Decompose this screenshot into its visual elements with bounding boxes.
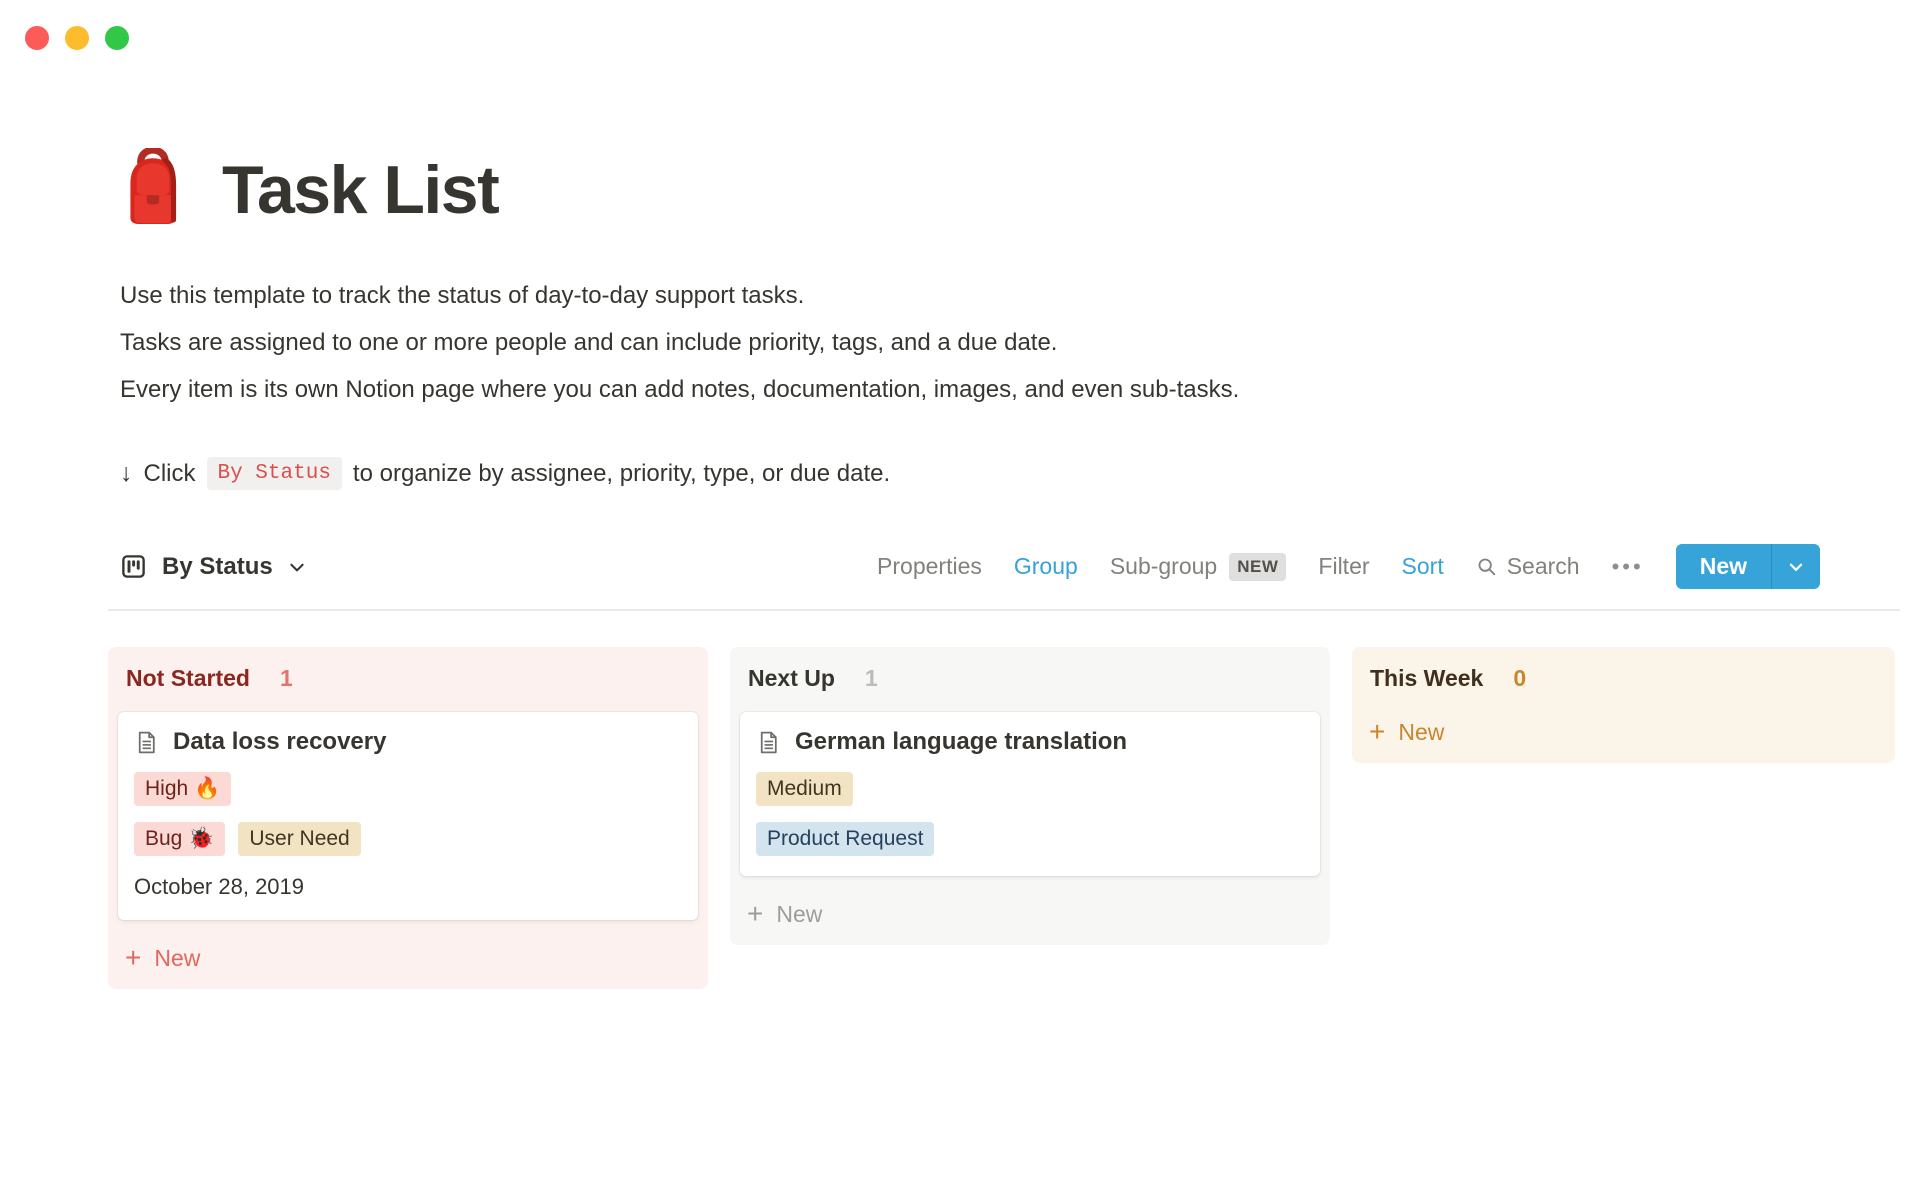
column-count: 0 bbox=[1513, 665, 1526, 692]
more-options-button[interactable]: ••• bbox=[1612, 554, 1644, 580]
board-column-this-week: This Week 0 + New bbox=[1352, 647, 1895, 763]
tag-medium: Medium bbox=[756, 772, 853, 806]
new-feature-badge: NEW bbox=[1229, 553, 1286, 581]
callout-hint: ↓ Click By Status to organize by assigne… bbox=[120, 457, 1900, 490]
tag-bug-: Bug 🐞 bbox=[134, 822, 225, 856]
chevron-down-icon bbox=[288, 558, 306, 576]
card-title: Data loss recovery bbox=[173, 728, 386, 756]
page-document-icon bbox=[756, 730, 781, 755]
column-header: This Week 0 bbox=[1352, 647, 1895, 706]
search-button[interactable]: Search bbox=[1476, 553, 1580, 580]
backpack-emoji-icon bbox=[120, 148, 186, 226]
tag-user-need: User Need bbox=[238, 822, 360, 856]
page-title-row: Task List bbox=[120, 148, 1900, 226]
view-switcher[interactable]: By Status bbox=[120, 553, 306, 581]
plus-icon: + bbox=[1369, 718, 1385, 746]
filter-button[interactable]: Filter bbox=[1318, 553, 1369, 580]
card-tag-row: Product Request bbox=[756, 822, 1304, 856]
board-view-icon bbox=[120, 553, 147, 580]
board-column-not-started: Not Started 1 Data loss recovery High 🔥 Bug … bbox=[108, 647, 708, 989]
toolbar-divider bbox=[108, 609, 1900, 611]
card-tag-row: Medium bbox=[756, 772, 1304, 806]
board: Not Started 1 Data loss recovery High 🔥 Bug … bbox=[108, 647, 1900, 989]
minimize-window-button[interactable] bbox=[65, 26, 89, 50]
notion-page: Task List Use this template to track the… bbox=[108, 0, 1900, 989]
card-title-row: Data loss recovery bbox=[134, 728, 682, 756]
page-description: Use this template to track the status of… bbox=[120, 272, 1900, 413]
new-button-dropdown[interactable] bbox=[1771, 544, 1820, 589]
board-column-next-up: Next Up 1 German language translation Mediu… bbox=[730, 647, 1330, 945]
column-title[interactable]: Next Up bbox=[748, 665, 835, 692]
description-line: Every item is its own Notion page where … bbox=[120, 366, 1900, 413]
page-document-icon bbox=[134, 730, 159, 755]
task-card-german-language-translation[interactable]: German language translation Medium Product… bbox=[740, 712, 1320, 876]
column-new-label: New bbox=[1398, 719, 1444, 746]
down-arrow-icon: ↓ bbox=[120, 459, 133, 488]
column-new-label: New bbox=[154, 945, 200, 972]
card-tag-row: Bug 🐞 User Need bbox=[134, 822, 682, 856]
column-title[interactable]: This Week bbox=[1370, 665, 1483, 692]
toolbar-actions: Properties Group Sub-group NEW Filter So… bbox=[877, 544, 1820, 589]
subgroup-label: Sub-group bbox=[1110, 553, 1217, 580]
column-new-button[interactable]: + New bbox=[730, 888, 1330, 945]
search-label: Search bbox=[1507, 553, 1580, 580]
column-new-label: New bbox=[776, 901, 822, 928]
column-count: 1 bbox=[865, 665, 878, 692]
group-button[interactable]: Group bbox=[1014, 553, 1078, 580]
view-toolbar: By Status Properties Group Sub-group NEW… bbox=[120, 544, 1820, 589]
close-window-button[interactable] bbox=[25, 26, 49, 50]
card-date: October 28, 2019 bbox=[134, 874, 682, 900]
tag-high-: High 🔥 bbox=[134, 772, 231, 806]
plus-icon: + bbox=[125, 944, 141, 972]
card-title-row: German language translation bbox=[756, 728, 1304, 756]
new-split-button: New bbox=[1676, 544, 1820, 589]
new-button[interactable]: New bbox=[1676, 544, 1771, 589]
view-name: By Status bbox=[162, 553, 273, 581]
plus-icon: + bbox=[747, 900, 763, 928]
page-header: Task List bbox=[120, 148, 1900, 226]
column-header: Not Started 1 bbox=[108, 647, 708, 706]
column-new-button[interactable]: + New bbox=[108, 932, 708, 989]
card-title: German language translation bbox=[795, 728, 1127, 756]
tag-product-request: Product Request bbox=[756, 822, 934, 856]
search-icon bbox=[1476, 556, 1498, 578]
sort-button[interactable]: Sort bbox=[1402, 553, 1444, 580]
card-tag-row: High 🔥 bbox=[134, 772, 682, 806]
page-title: Task List bbox=[222, 155, 498, 226]
task-card-data-loss-recovery[interactable]: Data loss recovery High 🔥 Bug 🐞 User Need Oc… bbox=[118, 712, 698, 920]
inline-code-by-status: By Status bbox=[207, 457, 342, 490]
description-line: Tasks are assigned to one or more people… bbox=[120, 319, 1900, 366]
hint-suffix: to organize by assignee, priority, type,… bbox=[353, 460, 890, 488]
column-title[interactable]: Not Started bbox=[126, 665, 250, 692]
column-new-button[interactable]: + New bbox=[1352, 706, 1895, 763]
column-count: 1 bbox=[280, 665, 293, 692]
properties-button[interactable]: Properties bbox=[877, 553, 982, 580]
column-header: Next Up 1 bbox=[730, 647, 1330, 706]
subgroup-button[interactable]: Sub-group NEW bbox=[1110, 553, 1287, 581]
chevron-down-icon bbox=[1787, 558, 1805, 576]
hint-prefix: Click bbox=[144, 460, 196, 488]
description-line: Use this template to track the status of… bbox=[120, 272, 1900, 319]
